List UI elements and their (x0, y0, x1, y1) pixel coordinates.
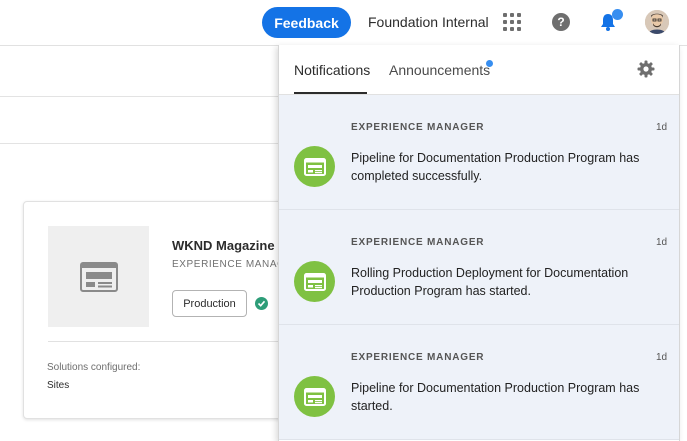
program-title[interactable]: WKND Magazine (172, 238, 275, 253)
notification-item[interactable]: EXPERIENCE MANAGER 1d Pipeline for Docum… (279, 95, 679, 210)
gear-icon[interactable] (637, 60, 655, 78)
help-icon[interactable]: ? (552, 13, 570, 31)
notification-badge (612, 9, 623, 20)
page-divider (0, 96, 280, 97)
environment-tag[interactable]: Production (172, 290, 247, 317)
notification-message: Pipeline for Documentation Production Pr… (351, 151, 640, 183)
program-thumbnail (48, 226, 149, 327)
notification-source: EXPERIENCE MANAGER (351, 237, 485, 248)
solutions-label: Solutions configured: (47, 362, 141, 373)
selected-tab-indicator (294, 92, 367, 94)
unread-dot (486, 60, 493, 67)
notification-time: 1d (656, 352, 668, 363)
feedback-button[interactable]: Feedback (262, 7, 351, 38)
notification-item[interactable]: EXPERIENCE MANAGER 1d Rolling Production… (279, 210, 679, 325)
notification-time: 1d (656, 237, 668, 248)
top-header: Feedback Foundation Internal ? (0, 0, 687, 46)
experience-manager-icon (294, 261, 335, 302)
experience-manager-icon (294, 146, 335, 187)
program-card[interactable]: WKND Magazine EXPERIENCE MANAG Productio… (23, 201, 293, 419)
apps-grid-icon[interactable] (503, 13, 521, 31)
notification-source: EXPERIENCE MANAGER (351, 122, 485, 133)
program-subtitle: EXPERIENCE MANAG (172, 259, 286, 270)
org-switcher[interactable]: Foundation Internal (368, 14, 489, 30)
card-divider (48, 341, 292, 342)
panel-tabs: Notifications Announcements (279, 45, 679, 95)
page-divider (0, 143, 280, 144)
user-avatar[interactable] (645, 10, 669, 34)
notification-time: 1d (656, 122, 668, 133)
notification-item[interactable]: EXPERIENCE MANAGER 1d Pipeline for Docum… (279, 325, 679, 440)
check-icon (255, 297, 268, 310)
notification-message: Rolling Production Deployment for Docume… (351, 266, 629, 298)
tab-notifications[interactable]: Notifications (294, 62, 370, 78)
notification-message: Pipeline for Documentation Production Pr… (351, 381, 640, 413)
notifications-panel: Notifications Announcements EXPERIENCE M… (278, 45, 680, 441)
experience-manager-icon (294, 376, 335, 417)
web-page-icon (79, 261, 118, 292)
solutions-value: Sites (47, 380, 70, 391)
notification-source: EXPERIENCE MANAGER (351, 352, 485, 363)
tab-announcements[interactable]: Announcements (389, 62, 490, 78)
